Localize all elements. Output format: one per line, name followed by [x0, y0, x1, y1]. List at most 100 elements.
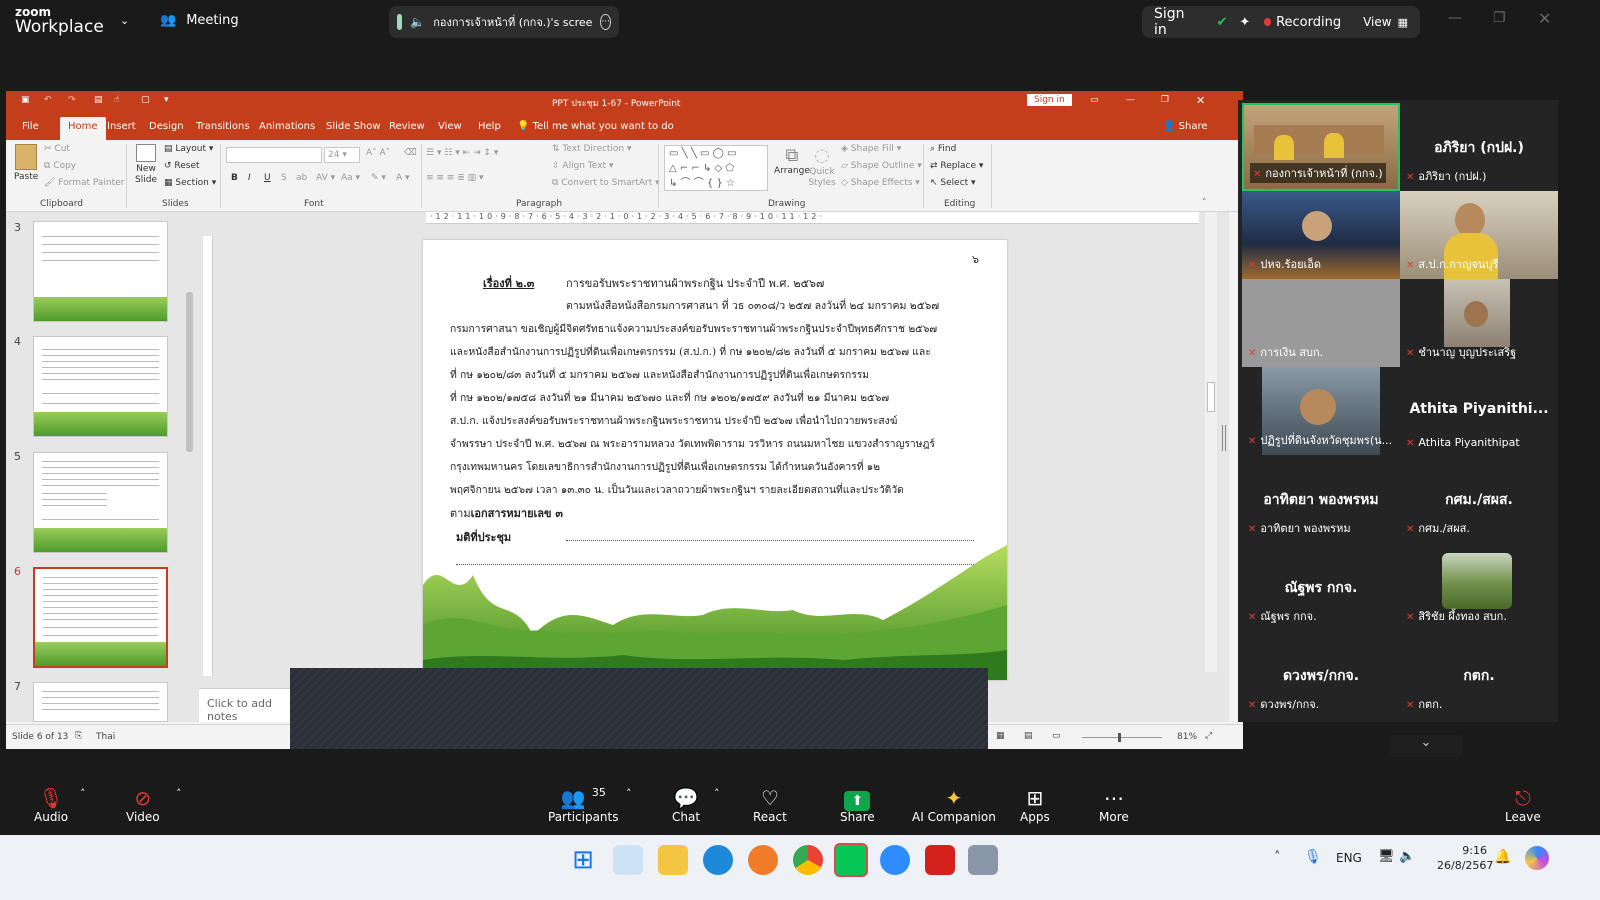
reading-view-icon[interactable]: ▭: [1052, 731, 1061, 741]
tab-help[interactable]: Help: [478, 121, 501, 132]
photos-app-icon[interactable]: [613, 845, 643, 875]
ppt-minimize-icon[interactable]: —: [1126, 95, 1135, 105]
tab-view[interactable]: View: [438, 121, 462, 132]
participant-tile[interactable]: ณัฐพร กกจ. ✕ ณัฐพร กกจ.: [1242, 543, 1400, 631]
quick-styles-button[interactable]: ◌ Quick Styles: [808, 145, 836, 189]
participant-tile[interactable]: ✕ สิริชัย ผึ้งทอง สบก.: [1400, 543, 1558, 631]
align-buttons[interactable]: ≡ ≡ ≡ ≣ ▥ ▾: [426, 173, 484, 183]
bold-button[interactable]: B: [231, 173, 238, 183]
cut-button[interactable]: ✂ Cut: [44, 144, 70, 154]
volume-icon[interactable]: 🔈: [1399, 849, 1415, 864]
participant-tile[interactable]: ✕ การเงิน สบก.: [1242, 279, 1400, 367]
participant-tile[interactable]: ✕ ปฏิรูปที่ดินจังหวัดชุมพร(น...: [1242, 367, 1400, 455]
chat-button[interactable]: 💬 Chat: [672, 786, 700, 824]
customize-icon[interactable]: ▾: [164, 95, 169, 105]
microphone-icon[interactable]: 🎙: [1304, 849, 1322, 865]
participant-tile[interactable]: อภิริยา (กปฝ.) ✕ อภิริยา (กปฝ.): [1400, 103, 1558, 191]
sorter-view-icon[interactable]: ▤: [1024, 731, 1033, 741]
ribbon-display-icon[interactable]: ▭: [1090, 95, 1099, 105]
grow-font-icon[interactable]: A˄ A˅: [366, 148, 390, 158]
zoom-level[interactable]: 81%: [1177, 732, 1197, 742]
notes-pane[interactable]: Click to add notes: [199, 688, 299, 723]
new-slide-button[interactable]: New Slide: [133, 144, 159, 186]
font-size-box[interactable]: 24 ▾: [324, 147, 360, 163]
participant-tile[interactable]: ✕ ปหจ.ร้อยเอ็ด: [1242, 191, 1400, 279]
sparkle-icon[interactable]: ✦: [1239, 15, 1250, 30]
italic-button[interactable]: I: [248, 173, 251, 183]
tab-design[interactable]: Design: [149, 121, 184, 132]
shape-fill-button[interactable]: ◈ Shape Fill ▾: [841, 144, 901, 154]
section-button[interactable]: ▦ Section ▾: [164, 178, 216, 188]
copilot-icon[interactable]: [1525, 846, 1549, 870]
recording-label[interactable]: Recording: [1276, 15, 1341, 30]
ppt-share-button[interactable]: 👤 Share: [1163, 121, 1208, 132]
clock[interactable]: 9:16 26/8/2567: [1437, 843, 1493, 873]
share-button[interactable]: ⬆ Share: [840, 786, 875, 824]
sign-in-link[interactable]: Sign in: [1154, 6, 1194, 38]
spacing-button[interactable]: AV ▾: [316, 173, 335, 183]
restore-icon[interactable]: ❐: [1493, 10, 1506, 26]
tab-animations[interactable]: Animations: [259, 121, 315, 132]
firefox-icon[interactable]: [748, 845, 778, 875]
paste-button[interactable]: Paste: [14, 144, 38, 182]
participants-options-icon[interactable]: ˄: [626, 787, 632, 800]
normal-view-icon[interactable]: ▦: [996, 731, 1005, 741]
split-handle[interactable]: [1222, 425, 1226, 451]
shadow-button[interactable]: S: [281, 173, 287, 183]
participant-tile[interactable]: กศม./สผส. ✕ กศม./สผส.: [1400, 455, 1558, 543]
align-text-button[interactable]: ⇳ Align Text ▾: [552, 161, 613, 171]
slide-thumbnail-3[interactable]: [33, 221, 168, 322]
replace-button[interactable]: ⇄ Replace ▾: [930, 161, 983, 171]
more-options-icon[interactable]: ···: [600, 14, 611, 30]
bullets-button[interactable]: ☰ ▾ ☷ ▾ ⇤ ⇥ ↕ ▾: [426, 148, 498, 158]
slide-thumbnail-4[interactable]: [33, 336, 168, 437]
react-button[interactable]: ♡ React: [753, 786, 787, 824]
app-icon[interactable]: [968, 845, 998, 875]
acrobat-icon[interactable]: [925, 845, 955, 875]
audio-button[interactable]: 🎙 Audio: [34, 786, 68, 824]
screen-share-indicator[interactable]: 🔈 กองการเจ้าหน้าที่ (กกจ.)'s scree ···: [389, 6, 619, 38]
slide-thumbnail-7[interactable]: [33, 682, 168, 722]
tray-chevron-icon[interactable]: ˄: [1274, 850, 1281, 865]
undo-icon[interactable]: ↶: [44, 95, 52, 105]
arrange-button[interactable]: ⧉ Arrange: [774, 145, 810, 176]
participant-tile[interactable]: กตก. ✕ กตก.: [1400, 631, 1558, 719]
video-button[interactable]: ⊘ Video: [126, 786, 160, 824]
present-icon[interactable]: ▤: [94, 95, 103, 105]
save-icon[interactable]: ▣: [21, 95, 30, 105]
leave-button[interactable]: ⎋ Leave: [1505, 786, 1541, 824]
minimize-icon[interactable]: —: [1448, 10, 1462, 26]
language-indicator[interactable]: Thai: [96, 732, 115, 742]
zoom-slider[interactable]: [1082, 733, 1162, 742]
tab-transitions[interactable]: Transitions: [196, 121, 250, 132]
font-name-box[interactable]: [226, 147, 322, 163]
copy-button[interactable]: ⧉ Copy: [44, 161, 76, 171]
participant-tile[interactable]: ดวงพร/กกจ. ✕ ดวงพร/กกจ.: [1242, 631, 1400, 719]
notification-bell-icon[interactable]: 🔔: [1494, 849, 1511, 865]
ppt-sign-in-button[interactable]: Sign in: [1027, 94, 1072, 106]
network-icon[interactable]: 🖥: [1378, 849, 1395, 864]
edge-browser-icon[interactable]: [703, 845, 733, 875]
tab-review[interactable]: Review: [389, 121, 425, 132]
participant-tile[interactable]: Athita Piyanithi... ✕ Athita Piyanithipat: [1400, 367, 1558, 455]
file-explorer-icon[interactable]: [658, 845, 688, 875]
participant-tile[interactable]: ✕ กองการเจ้าหน้าที่ (กกจ.): [1242, 103, 1400, 191]
find-button[interactable]: ⌕ Find: [930, 144, 956, 154]
meeting-menu[interactable]: 👥 Meeting: [160, 13, 239, 28]
audio-options-icon[interactable]: ˄: [80, 787, 86, 800]
shapes-gallery[interactable]: ▭ ╲ ╲ ▭ ◯ ▭ △ ⌐ ⌐ ↳ ◇ ⬠ ↳ ⌒ ⌒ { } ☆: [664, 145, 768, 191]
strikethrough-button[interactable]: ab: [296, 173, 307, 183]
windows-start-icon[interactable]: ⊞: [568, 845, 598, 875]
collapse-ribbon-icon[interactable]: ˄: [1202, 198, 1207, 208]
highlight-button[interactable]: ✎ ▾: [371, 173, 386, 183]
accessibility-icon[interactable]: ⎘: [75, 731, 82, 741]
format-painter-button[interactable]: 🖌 Format Painter: [44, 178, 124, 188]
ai-companion-button[interactable]: ✦ AI Companion: [912, 786, 996, 824]
more-button[interactable]: ⋯ More: [1099, 786, 1129, 824]
zoom-app-icon[interactable]: [880, 845, 910, 875]
apps-button[interactable]: ⊞ Apps: [1020, 786, 1050, 824]
new-icon[interactable]: ▢: [141, 95, 150, 105]
select-button[interactable]: ↖ Select ▾: [930, 178, 976, 188]
participants-button[interactable]: 👥 35 Participants: [548, 786, 619, 824]
input-language[interactable]: ENG: [1336, 851, 1362, 865]
